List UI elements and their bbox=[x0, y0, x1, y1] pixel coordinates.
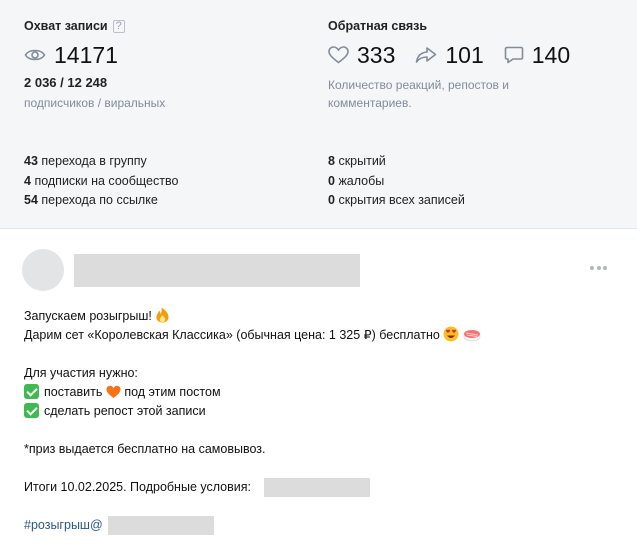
link-redacted bbox=[264, 478, 370, 497]
more-options-icon[interactable] bbox=[590, 266, 607, 270]
stat-text: подписки на сообщество bbox=[34, 173, 179, 188]
stat-line: 0 жалобы bbox=[328, 172, 465, 192]
hashtag-target-redacted bbox=[108, 516, 214, 535]
checkmark-icon bbox=[24, 403, 39, 418]
post-text-line: Итоги 10.02.2025. Подробные условия: bbox=[24, 480, 251, 494]
hashtag-link[interactable]: #розыгрыш@ bbox=[24, 518, 103, 532]
feedback-title: Обратная связь bbox=[328, 19, 428, 33]
stat-line: 43 перехода в группу bbox=[24, 152, 178, 172]
checkmark-icon bbox=[24, 384, 39, 399]
comments-metric: 140 bbox=[504, 40, 570, 70]
avatar[interactable] bbox=[22, 249, 64, 291]
post-text-line: *приз выдается бесплатно на самовывоз. bbox=[24, 442, 266, 456]
stat-number: 43 bbox=[24, 154, 38, 168]
post-hashtag-line: #розыгрыш@ bbox=[24, 516, 103, 534]
stat-text: перехода по ссылке bbox=[41, 193, 158, 207]
fire-icon bbox=[156, 307, 169, 323]
stat-number: 4 bbox=[24, 173, 31, 188]
author-name-redacted bbox=[74, 254, 360, 287]
stat-text: скрытия всех записей bbox=[338, 193, 465, 207]
feedback-metrics: 333 101 140 bbox=[328, 40, 590, 70]
stat-number: 0 bbox=[328, 173, 335, 188]
repost-icon bbox=[416, 47, 437, 63]
post-text: Дарим сет «Королевская Классика» (обычна… bbox=[24, 328, 440, 342]
views-count: 14171 bbox=[54, 42, 118, 68]
heart-icon bbox=[328, 46, 349, 64]
post-text: Запускаем розыгрыш! bbox=[24, 309, 152, 323]
post-list-item: поставить под этим постом bbox=[24, 383, 221, 401]
post-text: сделать репост этой записи bbox=[44, 404, 206, 418]
comment-icon bbox=[504, 46, 524, 64]
stat-line: 54 перехода по ссылке bbox=[24, 191, 178, 211]
likes-metric: 333 bbox=[328, 40, 395, 70]
feedback-description: Количество реакций, репостов и комментар… bbox=[328, 78, 509, 110]
reach-title-label: Охват записи bbox=[24, 19, 108, 33]
sushi-icon bbox=[463, 330, 481, 342]
reach-lines: 43 перехода в группу 4 подписки на сообщ… bbox=[24, 152, 178, 211]
stat-line: 8 скрытий bbox=[328, 152, 465, 172]
feedback-lines: 8 скрытий 0 жалобы 0 скрытия всех записе… bbox=[328, 152, 465, 211]
heart-eyes-emoji-icon bbox=[443, 326, 459, 342]
help-icon[interactable]: ? bbox=[112, 20, 125, 33]
reposts-metric: 101 bbox=[415, 40, 484, 70]
subscribers-viral-count: 2 036 / 12 248 bbox=[24, 75, 108, 90]
post-text: под этим постом bbox=[124, 385, 221, 399]
comments-count: 140 bbox=[531, 42, 571, 68]
subscribers-viral-label: подписчиков / виральных bbox=[24, 96, 166, 110]
orange-heart-icon bbox=[106, 385, 121, 398]
post-text-line: Дарим сет «Королевская Классика» (обычна… bbox=[24, 326, 481, 344]
reach-title: Охват записи? bbox=[24, 19, 125, 33]
stat-number: 54 bbox=[24, 193, 38, 207]
stat-line: 4 подписки на сообщество bbox=[24, 172, 178, 192]
stat-line: 0 скрытия всех записей bbox=[328, 191, 465, 211]
stat-text: перехода в группу bbox=[41, 154, 147, 168]
stat-text: скрытий bbox=[338, 154, 386, 168]
post-list-item: сделать репост этой записи bbox=[24, 402, 206, 420]
post-text-line: Для участия нужно: bbox=[24, 366, 138, 380]
eye-icon bbox=[24, 49, 46, 61]
post-text: поставить bbox=[44, 385, 103, 399]
stat-text: жалобы bbox=[338, 173, 385, 188]
likes-count: 333 bbox=[357, 42, 396, 68]
post-card: Запускаем розыгрыш! Дарим сет «Королевск… bbox=[0, 230, 637, 544]
reposts-count: 101 bbox=[445, 42, 484, 68]
views-metric: 14171 bbox=[24, 40, 118, 70]
post-stats-panel: Охват записи? 14171 2 036 / 12 248 подпи… bbox=[0, 0, 637, 229]
stat-number: 8 bbox=[328, 154, 335, 168]
stat-number: 0 bbox=[328, 193, 335, 207]
post-text-line: Запускаем розыгрыш! bbox=[24, 307, 170, 325]
